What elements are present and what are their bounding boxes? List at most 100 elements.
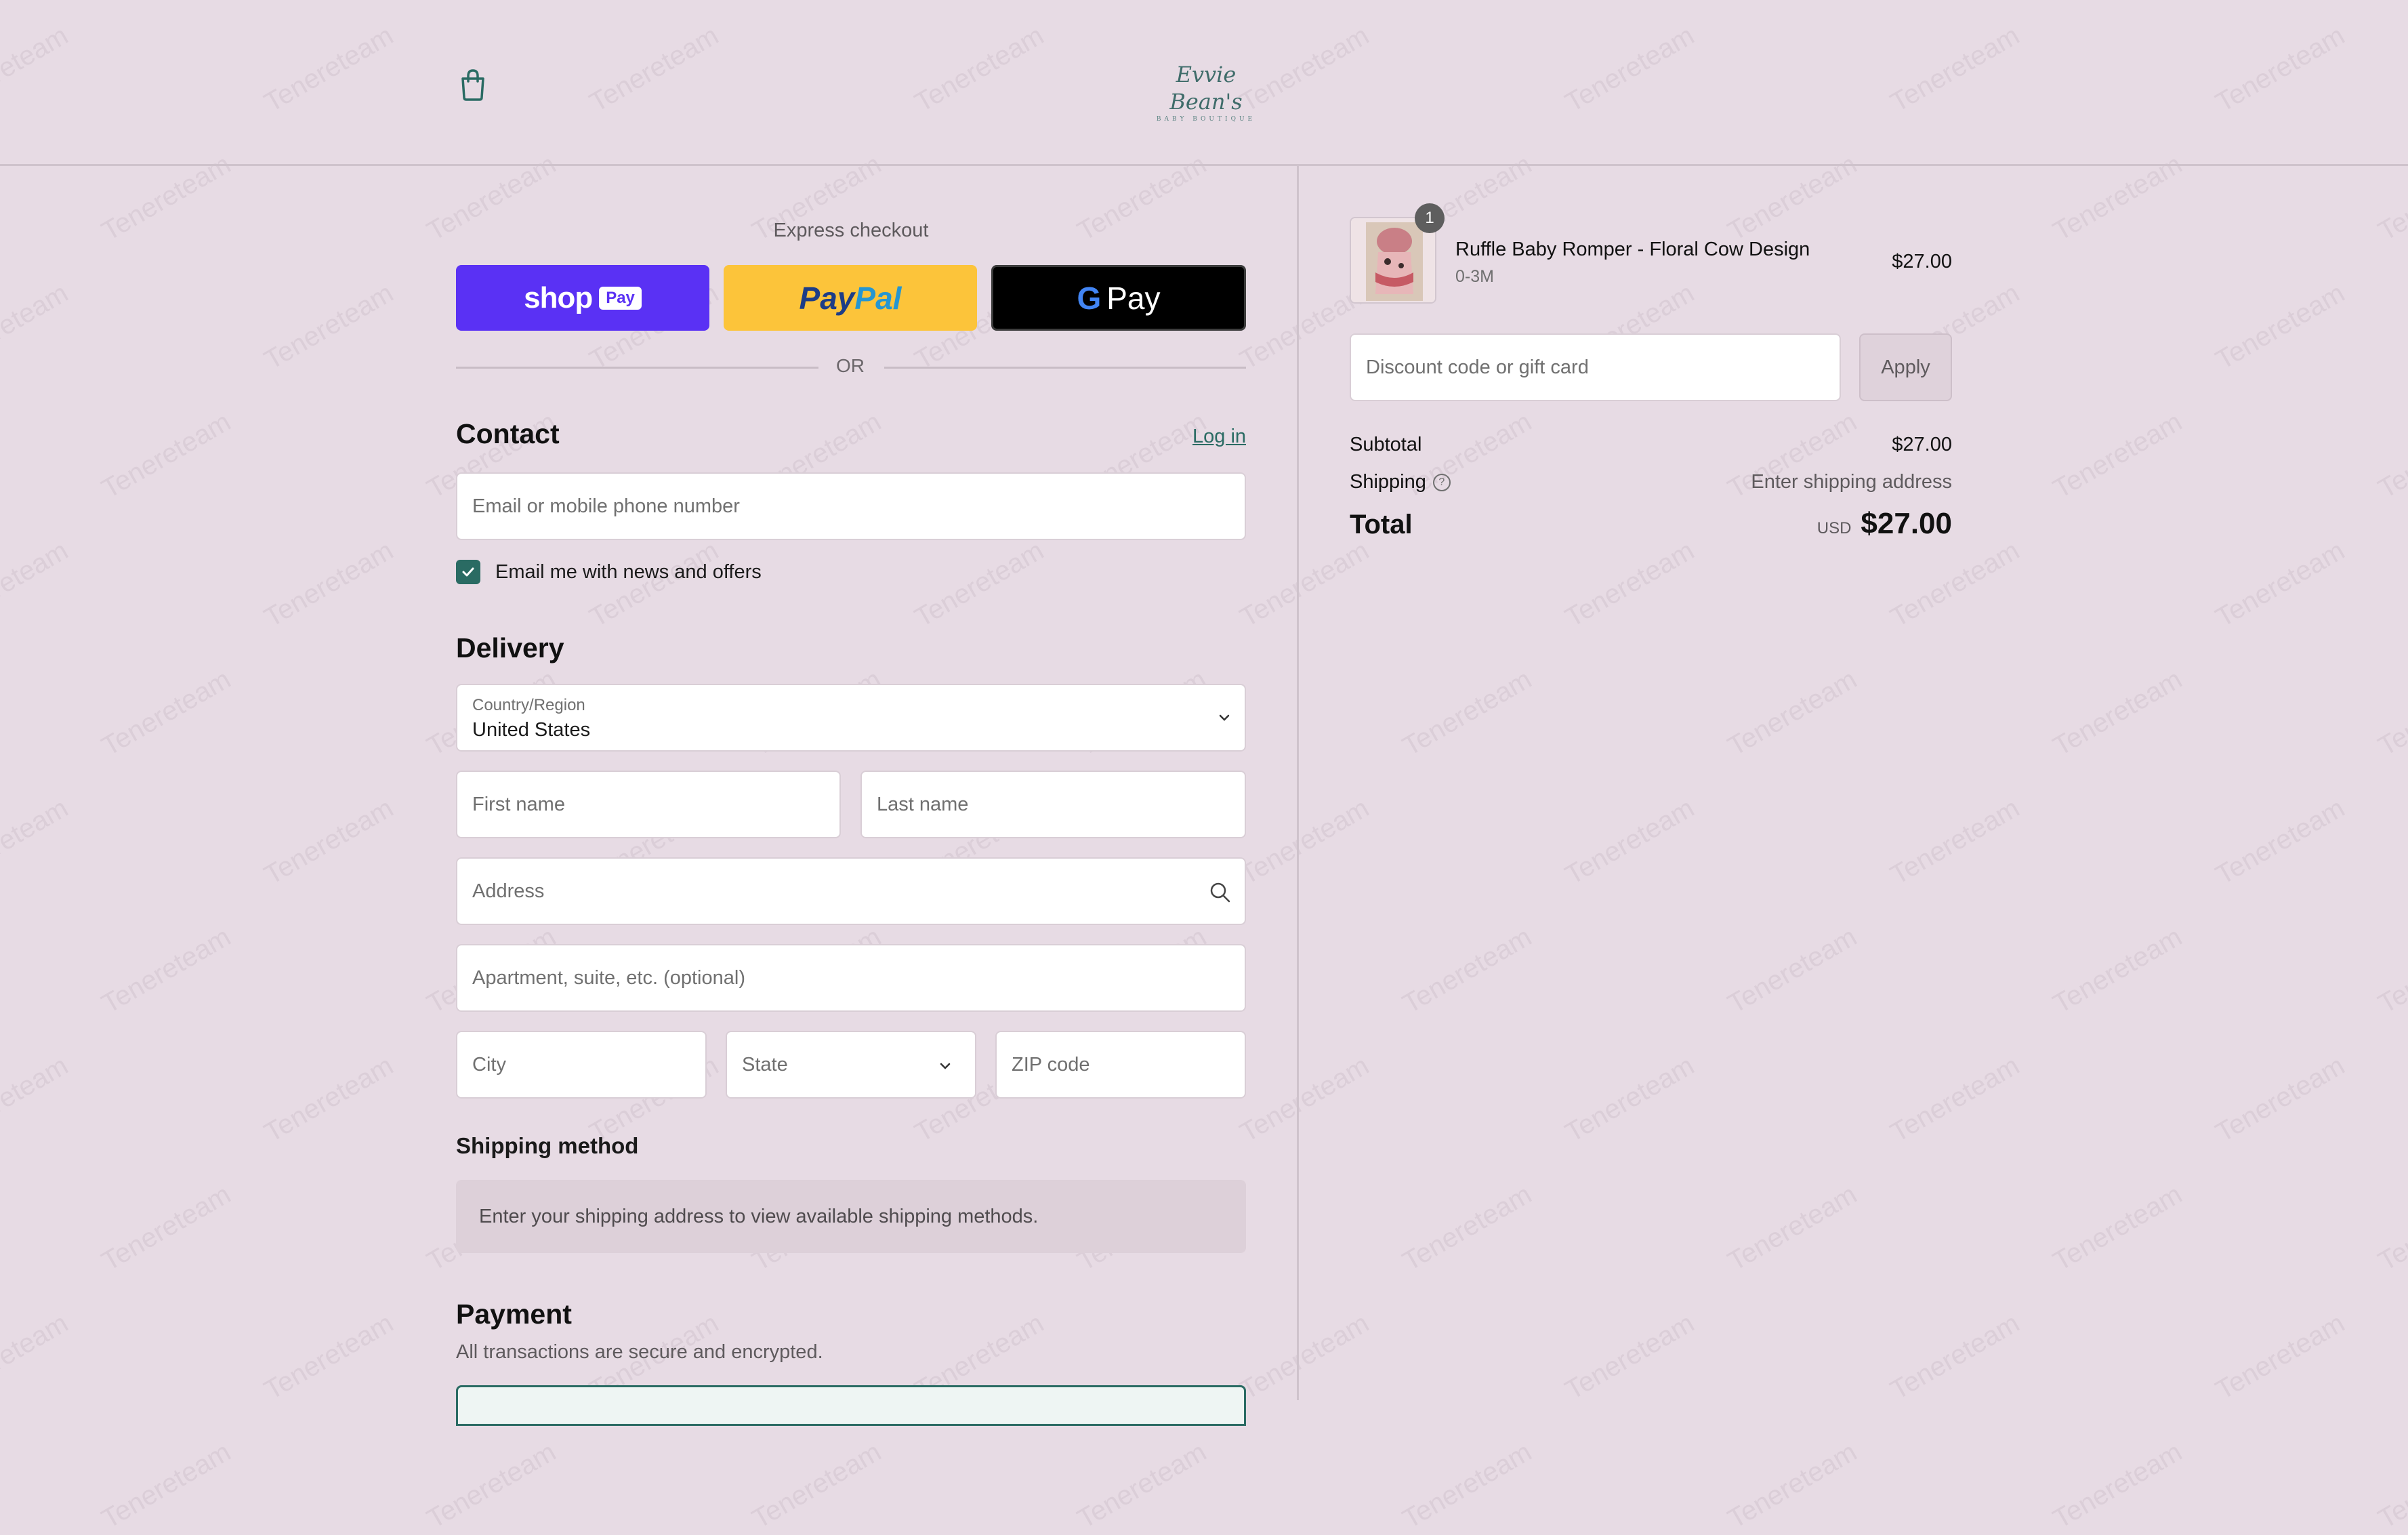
address-placeholder: Address bbox=[472, 880, 545, 902]
column-divider bbox=[1297, 166, 1299, 1400]
or-divider-left bbox=[456, 367, 818, 369]
watermark-text: Tenereteam bbox=[0, 1050, 73, 1148]
shipping-method-notice: Enter your shipping address to view avai… bbox=[456, 1180, 1246, 1253]
watermark-text: Tenereteam bbox=[2210, 278, 2350, 375]
watermark-text: Tenereteam bbox=[259, 278, 398, 375]
address-field[interactable]: Address bbox=[456, 857, 1246, 925]
watermark-text: Tenereteam bbox=[0, 278, 73, 375]
watermark-text: Tenereteam bbox=[96, 1437, 236, 1534]
watermark-text: Tenereteam bbox=[0, 535, 73, 633]
google-g-icon: G bbox=[1077, 280, 1102, 316]
watermark-text: Tenereteam bbox=[2210, 535, 2350, 633]
apply-discount-button[interactable]: Apply bbox=[1859, 333, 1952, 401]
watermark-text: Tenereteam bbox=[1560, 1050, 1699, 1148]
watermark-text: Tenereteam bbox=[1885, 1050, 2025, 1148]
watermark-text: Tenereteam bbox=[1885, 535, 2025, 633]
total-value-row: USD $27.00 bbox=[1694, 507, 1952, 541]
watermark-text: Tenereteam bbox=[1072, 1437, 1211, 1534]
city-placeholder: City bbox=[472, 1053, 506, 1076]
google-pay-button[interactable]: G Pay bbox=[991, 265, 1246, 331]
product-price: $27.00 bbox=[1892, 251, 1952, 272]
shopping-bag-icon[interactable] bbox=[458, 68, 488, 102]
watermark-text: Tenereteam bbox=[1397, 922, 1537, 1019]
watermark-text: Tenereteam bbox=[2210, 1308, 2350, 1406]
express-checkout-title: Express checkout bbox=[773, 220, 929, 241]
watermark-text: Tenereteam bbox=[1234, 535, 1374, 633]
watermark-text: Tenereteam bbox=[2048, 664, 2187, 762]
last-name-field[interactable]: Last name bbox=[860, 771, 1246, 838]
help-icon[interactable]: ? bbox=[1432, 474, 1451, 492]
watermark-text: Tenereteam bbox=[2048, 1179, 2187, 1277]
watermark-text: Tenereteam bbox=[259, 1308, 398, 1406]
watermark-text: Tenereteam bbox=[96, 1179, 236, 1277]
watermark-text: Tenereteam bbox=[1234, 793, 1374, 891]
chevron-down-icon bbox=[940, 1063, 951, 1069]
quantity-badge: 1 bbox=[1415, 203, 1445, 233]
shipping-method-title: Shipping method bbox=[456, 1133, 639, 1158]
watermark-text: Tenereteam bbox=[2373, 1179, 2408, 1277]
state-select[interactable]: State bbox=[726, 1031, 976, 1099]
watermark-text: Tenereteam bbox=[421, 1437, 561, 1534]
watermark-text: Tenereteam bbox=[96, 407, 236, 504]
watermark-text: Tenereteam bbox=[2048, 407, 2187, 504]
watermark-text: Tenereteam bbox=[2373, 664, 2408, 762]
zip-field[interactable]: ZIP code bbox=[995, 1031, 1246, 1099]
watermark-text: Tenereteam bbox=[1397, 1179, 1537, 1277]
first-name-field[interactable]: First name bbox=[456, 771, 841, 838]
payment-subtitle: All transactions are secure and encrypte… bbox=[456, 1341, 823, 1363]
apartment-field[interactable]: Apartment, suite, etc. (optional) bbox=[456, 944, 1246, 1012]
email-field[interactable]: Email or mobile phone number bbox=[456, 472, 1246, 540]
store-logo[interactable]: Evvie Bean's BABY BOUTIQUE bbox=[1145, 61, 1267, 123]
watermark-text: Tenereteam bbox=[0, 793, 73, 891]
check-icon bbox=[462, 567, 474, 577]
zip-placeholder: ZIP code bbox=[1012, 1053, 1090, 1076]
watermark-text: Tenereteam bbox=[0, 1308, 73, 1406]
shipping-value: Enter shipping address bbox=[1751, 471, 1952, 493]
city-field[interactable]: City bbox=[456, 1031, 707, 1099]
watermark-text: Tenereteam bbox=[2048, 1437, 2187, 1534]
watermark-text: Tenereteam bbox=[1560, 535, 1699, 633]
email-placeholder: Email or mobile phone number bbox=[472, 495, 740, 517]
watermark-text: Tenereteam bbox=[1722, 1437, 1862, 1534]
total-amount: $27.00 bbox=[1861, 507, 1952, 540]
first-name-placeholder: First name bbox=[472, 793, 565, 815]
watermark-text: Tenereteam bbox=[2048, 922, 2187, 1019]
watermark-text: Tenereteam bbox=[1234, 1050, 1374, 1148]
payment-option-box[interactable] bbox=[456, 1385, 1246, 1426]
watermark-text: Tenereteam bbox=[909, 535, 1049, 633]
login-link[interactable]: Log in bbox=[1192, 426, 1246, 448]
paypal-button[interactable]: Pay Pal bbox=[724, 265, 977, 331]
or-divider-right bbox=[884, 367, 1246, 369]
watermark-text: Tenereteam bbox=[259, 793, 398, 891]
watermark-text: Tenereteam bbox=[96, 922, 236, 1019]
watermark-text: Tenereteam bbox=[2210, 793, 2350, 891]
watermark-text: Tenereteam bbox=[1885, 1308, 2025, 1406]
newsletter-label[interactable]: Email me with news and offers bbox=[495, 560, 762, 584]
shipping-label-row: Shipping? bbox=[1350, 471, 1451, 493]
subtotal-label: Subtotal bbox=[1350, 434, 1422, 455]
watermark-text: Tenereteam bbox=[259, 1050, 398, 1148]
delivery-title: Delivery bbox=[456, 632, 564, 663]
newsletter-checkbox[interactable] bbox=[456, 560, 480, 584]
watermark-text: Tenereteam bbox=[1560, 1308, 1699, 1406]
or-divider-text: OR bbox=[836, 355, 865, 376]
watermark-text: Tenereteam bbox=[1234, 1308, 1374, 1406]
subtotal-value: $27.00 bbox=[1892, 434, 1952, 455]
shipping-label: Shipping bbox=[1350, 471, 1426, 493]
country-select[interactable]: Country/Region United States bbox=[456, 684, 1246, 752]
watermark-text: Tenereteam bbox=[747, 1437, 886, 1534]
discount-placeholder: Discount code or gift card bbox=[1366, 356, 1589, 378]
watermark-text: Tenereteam bbox=[96, 664, 236, 762]
watermark-text: Tenereteam bbox=[1397, 664, 1537, 762]
watermark-text: Tenereteam bbox=[1560, 793, 1699, 891]
watermark-text: Tenereteam bbox=[2210, 1050, 2350, 1148]
product-name: Ruffle Baby Romper - Floral Cow Design bbox=[1455, 239, 1810, 260]
payment-title: Payment bbox=[456, 1298, 572, 1330]
country-value: United States bbox=[472, 719, 591, 741]
state-placeholder: State bbox=[742, 1053, 788, 1076]
discount-code-field[interactable]: Discount code or gift card bbox=[1350, 333, 1841, 401]
shop-pay-button[interactable]: shop Pay bbox=[456, 265, 709, 331]
watermark-text: Tenereteam bbox=[1722, 1179, 1862, 1277]
total-label: Total bbox=[1350, 510, 1413, 539]
chevron-down-icon bbox=[1219, 714, 1230, 721]
